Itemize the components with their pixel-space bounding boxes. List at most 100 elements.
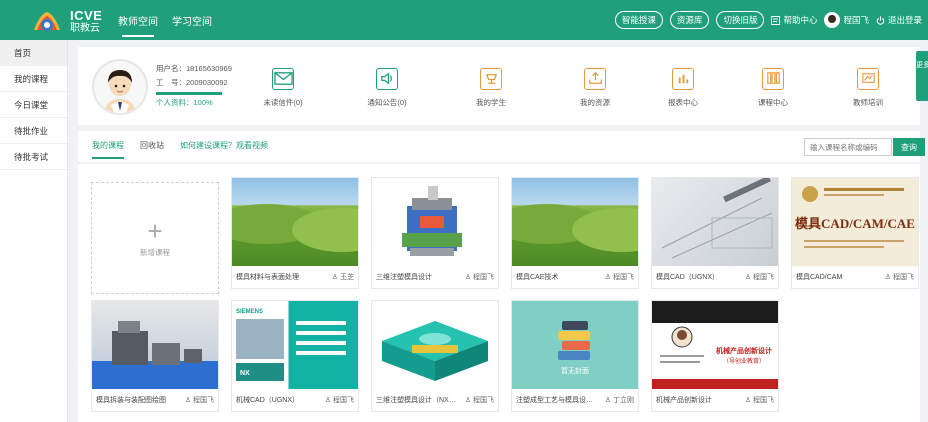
- tab-teacher-space[interactable]: 教师空间: [118, 13, 158, 37]
- course-cover-image: [92, 301, 218, 389]
- training-icon: [857, 68, 879, 90]
- course-title: 模具CAD/CAM: [796, 274, 843, 281]
- course-owner: ♙ 程国飞: [745, 272, 774, 282]
- help-icon: [771, 15, 781, 25]
- bar-chart-icon: [672, 68, 694, 90]
- no-cover-text: 暂无封面: [561, 366, 589, 375]
- owner-name: 程国飞: [753, 274, 774, 281]
- smart-teaching-button[interactable]: 智能授课: [614, 11, 663, 29]
- upload-icon: [584, 68, 606, 90]
- course-cover-image: SIEMENS NX: [232, 301, 358, 389]
- nx-brand-text: SIEMENS: [236, 309, 263, 315]
- course-center-button[interactable]: 课程中心: [738, 68, 808, 108]
- my-resources-label: 我的资源: [580, 98, 610, 107]
- user-avatar[interactable]: [92, 59, 148, 115]
- user-name: 程国飞: [843, 15, 869, 25]
- course-cover-image: [372, 301, 498, 389]
- course-cover-image: [232, 178, 358, 266]
- avatar: [824, 12, 841, 28]
- course-title: 注塑成型工艺与模具设计(...: [516, 397, 598, 404]
- course-card[interactable]: 模具CAD/CAM/CAE 模具CAD/CAM ♙ 程国飞: [791, 177, 919, 289]
- my-resources-button[interactable]: 我的资源: [560, 68, 630, 108]
- course-cover-image: [512, 178, 638, 266]
- course-subnav: 我的课程 回收站 如何建设课程？观看视频 查询: [78, 131, 925, 163]
- owner-name: 程国飞: [193, 397, 214, 404]
- user-icon: ♙: [744, 274, 751, 281]
- search-button[interactable]: 查询: [893, 138, 925, 156]
- mail-icon: [272, 68, 294, 90]
- user-icon: ♙: [324, 397, 331, 404]
- more-side-tab[interactable]: 更多: [916, 51, 928, 101]
- switch-old-version-button[interactable]: 切换旧版: [716, 11, 765, 29]
- teacher-training-label: 教师培训: [853, 98, 883, 107]
- red-book-subtitle: （导创业教育）: [723, 357, 765, 365]
- unread-mail-button[interactable]: 未读信件(0): [248, 68, 318, 108]
- course-cover-image: 模具CAD/CAM/CAE: [792, 178, 918, 266]
- students-icon: [480, 68, 502, 90]
- course-cover-image: [372, 178, 498, 266]
- logo-icon[interactable]: [32, 8, 62, 34]
- power-icon: [876, 15, 885, 25]
- course-card[interactable]: 模具CAE技术 ♙ 程国飞: [511, 177, 639, 289]
- completion-label: 个人资料：: [156, 98, 194, 107]
- report-center-button[interactable]: 报表中心: [648, 68, 718, 108]
- logout-button[interactable]: 退出登录: [876, 14, 922, 26]
- course-card[interactable]: 模具材料与表面处理 ♙ 王芝: [231, 177, 359, 289]
- my-students-label: 我的学生: [476, 98, 506, 107]
- main-nav: 教师空间 学习空间: [118, 13, 212, 37]
- course-card[interactable]: 模具CAD（UGNX） ♙ 程国飞: [651, 177, 779, 289]
- profile-progress-fill: [156, 92, 222, 95]
- resource-library-button[interactable]: 资源库: [669, 11, 710, 29]
- teacher-training-button[interactable]: 教师培训: [833, 68, 903, 108]
- sidebar-item-home[interactable]: 首页: [0, 40, 67, 66]
- owner-name: 程国飞: [893, 274, 914, 281]
- how-to-build-course-link[interactable]: 如何建设课程？观看视频: [180, 140, 268, 151]
- plus-icon: +: [147, 215, 163, 246]
- owner-name: 丁立刚: [613, 397, 634, 404]
- logo-subtitle: 职教云: [70, 23, 100, 34]
- course-cover-image: 暂无封面: [512, 301, 638, 389]
- logout-label: 退出登录: [887, 15, 922, 25]
- logo-text: ICVE 职教云: [70, 9, 102, 34]
- sidebar-item-my-courses[interactable]: 我的课程: [0, 66, 67, 92]
- work-id-text: 工 号：2009030092: [156, 78, 228, 87]
- course-title: 模具材料与表面处理: [236, 274, 299, 281]
- tab-recycle-bin[interactable]: 回收站: [140, 140, 164, 151]
- add-course-card[interactable]: + 新增课程: [91, 182, 219, 294]
- course-card[interactable]: 三维注塑模具设计（NX12... ♙ 程国飞: [371, 300, 499, 412]
- user-icon: ♙: [884, 274, 891, 281]
- sidebar-item-pending-exams[interactable]: 待批考试: [0, 144, 67, 170]
- course-card[interactable]: 机械产品创新设计 （导创业教育） 机械产品创新设计 ♙ 程国飞: [651, 300, 779, 412]
- user-menu[interactable]: 程国飞: [824, 12, 869, 28]
- user-icon: ♙: [331, 274, 338, 281]
- tab-learning-space[interactable]: 学习空间: [172, 13, 212, 28]
- course-title: 机械产品创新设计: [656, 397, 712, 404]
- course-owner: ♙ 程国飞: [745, 395, 774, 405]
- user-icon: ♙: [744, 397, 751, 404]
- owner-name: 程国飞: [333, 397, 354, 404]
- notices-button[interactable]: 通知公告(0): [352, 68, 422, 108]
- course-card[interactable]: SIEMENS NX 机械CAD（UGNX） ♙ 程国飞: [231, 300, 359, 412]
- sidebar-item-today-class[interactable]: 今日课堂: [0, 92, 67, 118]
- tab-my-courses[interactable]: 我的课程: [92, 140, 124, 159]
- my-students-button[interactable]: 我的学生: [456, 68, 526, 108]
- course-card[interactable]: 暂无封面 注塑成型工艺与模具设计(... ♙ 丁立刚: [511, 300, 639, 412]
- nx-label-text: NX: [240, 370, 250, 377]
- course-owner: ♙ 程国飞: [465, 272, 494, 282]
- sidebar-item-pending-homework[interactable]: 待批作业: [0, 118, 67, 144]
- course-card[interactable]: 三维注塑模具设计 ♙ 程国飞: [371, 177, 499, 289]
- course-title: 机械CAD（UGNX）: [236, 397, 300, 404]
- username-text: 用户名：18165630969: [156, 64, 232, 73]
- help-center-link[interactable]: 帮助中心: [771, 14, 817, 26]
- user-info: 用户名：18165630969 工 号：2009030092 个人资料：100%: [156, 62, 232, 110]
- course-owner: ♙ 程国飞: [605, 272, 634, 282]
- course-search-input[interactable]: [804, 138, 892, 156]
- red-book-title: 机械产品创新设计: [716, 346, 772, 355]
- user-icon: ♙: [184, 397, 191, 404]
- profile-panel: 用户名：18165630969 工 号：2009030092 个人资料：100%…: [78, 47, 928, 125]
- course-card[interactable]: 模具拆装与装配图绘图 ♙ 程国飞: [91, 300, 219, 412]
- course-owner: ♙ 程国飞: [465, 395, 494, 405]
- add-course-label: 新增课程: [140, 247, 170, 257]
- logo-title: ICVE: [70, 8, 103, 23]
- books-icon: [762, 68, 784, 90]
